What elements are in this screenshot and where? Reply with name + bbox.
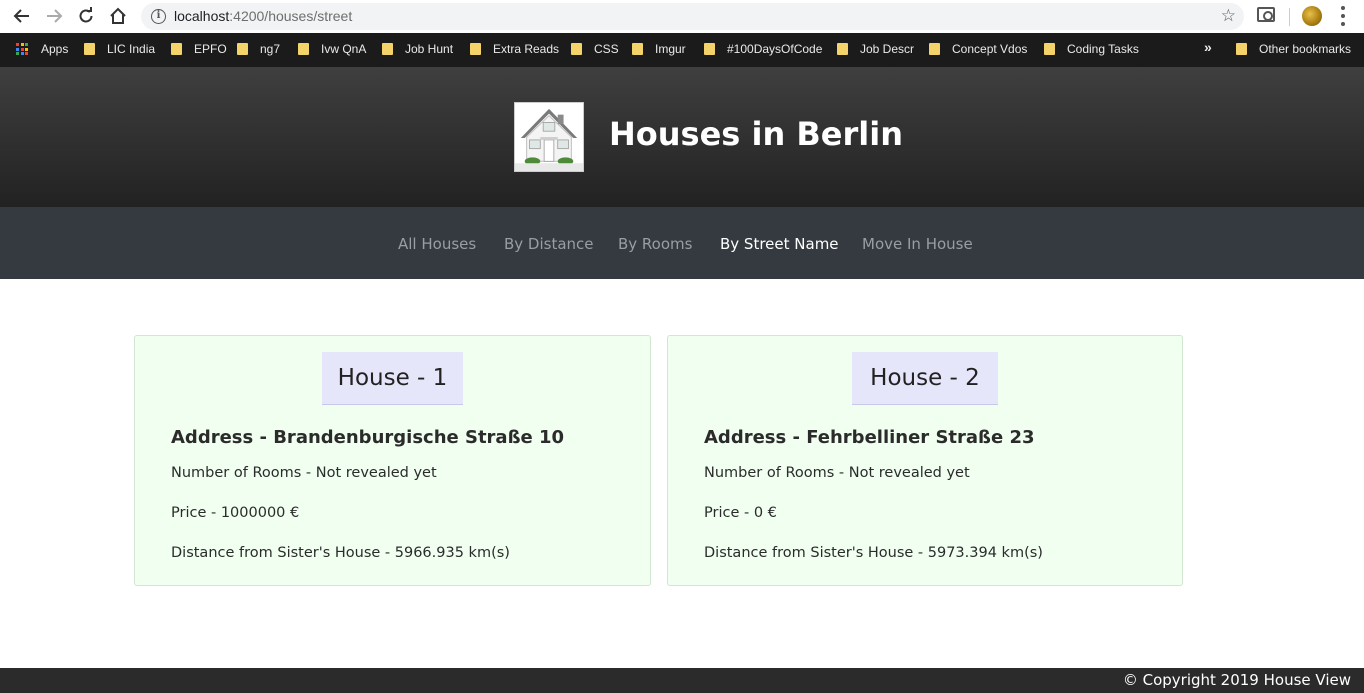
folder-icon (84, 43, 95, 55)
site-header: Houses in Berlin (0, 67, 1364, 207)
more-menu-icon[interactable] (1340, 6, 1346, 26)
bookmark-concept-vdos[interactable]: Concept Vdos (929, 41, 1027, 57)
nav-all-houses[interactable]: All Houses (398, 235, 476, 253)
bookmark-imgur[interactable]: Imgur (632, 41, 686, 57)
folder-icon (171, 43, 182, 55)
folder-icon (837, 43, 848, 55)
home-icon[interactable] (105, 4, 131, 28)
bookmark-star-icon[interactable]: ☆ (1221, 6, 1236, 26)
house-distance: Distance from Sister's House - 5966.935 … (171, 545, 510, 561)
bookmark-job-hunt[interactable]: Job Hunt (382, 41, 453, 57)
bookmark-100daysofcode[interactable]: #100DaysOfCode (704, 41, 822, 57)
bookmark-css[interactable]: CSS (571, 41, 619, 57)
info-icon[interactable]: i (151, 9, 166, 24)
bookmark-job-descr[interactable]: Job Descr (837, 41, 914, 57)
nav-by-rooms[interactable]: By Rooms (618, 235, 692, 253)
house-card: House - 1 Address - Brandenburgische Str… (134, 335, 651, 586)
house-rooms: Number of Rooms - Not revealed yet (171, 465, 437, 481)
reload-icon[interactable] (73, 4, 99, 28)
house-logo-icon (514, 102, 584, 172)
copyright-text: © Copyright 2019 House View (1122, 671, 1351, 689)
bookmark-extra-reads[interactable]: Extra Reads (470, 41, 559, 57)
back-icon[interactable] (9, 4, 35, 28)
bookmark-lic-india[interactable]: LIC India (84, 41, 155, 57)
toolbar-divider (1289, 8, 1290, 26)
bookmarks-bar: Apps LIC India EPFO ng7 Ivw QnA Job Hunt… (0, 33, 1364, 67)
folder-icon (571, 43, 582, 55)
folder-icon (704, 43, 715, 55)
house-price: Price - 1000000 € (171, 505, 300, 521)
folder-icon (632, 43, 643, 55)
folder-icon (237, 43, 248, 55)
folder-icon (382, 43, 393, 55)
house-card-title: House - 2 (852, 352, 998, 405)
folder-icon (298, 43, 309, 55)
nav-by-street-name[interactable]: By Street Name (720, 235, 839, 253)
folder-icon (1044, 43, 1055, 55)
folder-icon (470, 43, 481, 55)
house-card-title: House - 1 (322, 352, 463, 405)
camera-icon[interactable] (1257, 7, 1275, 22)
house-rooms: Number of Rooms - Not revealed yet (704, 465, 970, 481)
folder-icon (929, 43, 940, 55)
bookmarks-overflow-icon[interactable]: » (1204, 39, 1212, 55)
url-text: localhost:4200/houses/street (174, 8, 353, 24)
address-bar[interactable]: i localhost:4200/houses/street ☆ (141, 3, 1244, 30)
bookmark-apps[interactable]: Apps (16, 41, 68, 57)
house-card: House - 2 Address - Fehrbelliner Straße … (667, 335, 1183, 586)
browser-toolbar: i localhost:4200/houses/street ☆ (0, 0, 1364, 33)
bookmark-other[interactable]: Other bookmarks (1236, 41, 1351, 57)
folder-icon (1236, 43, 1247, 55)
house-price: Price - 0 € (704, 505, 777, 521)
bookmark-coding-tasks[interactable]: Coding Tasks (1044, 41, 1139, 57)
forward-icon[interactable] (41, 4, 67, 28)
nav-move-in-house[interactable]: Move In House (862, 235, 973, 253)
nav-by-distance[interactable]: By Distance (504, 235, 594, 253)
house-distance: Distance from Sister's House - 5973.394 … (704, 545, 1043, 561)
profile-avatar-icon[interactable] (1302, 6, 1322, 26)
apps-grid-icon (16, 43, 28, 55)
main-nav: All Houses By Distance By Rooms By Stree… (0, 207, 1364, 279)
site-title: Houses in Berlin (609, 115, 903, 153)
bookmark-ng7[interactable]: ng7 (237, 41, 280, 57)
house-address: Address - Fehrbelliner Straße 23 (704, 427, 1035, 448)
bookmark-epfo[interactable]: EPFO (171, 41, 227, 57)
bookmark-ivw-qna[interactable]: Ivw QnA (298, 41, 366, 57)
site-footer: © Copyright 2019 House View (0, 668, 1364, 693)
house-address: Address - Brandenburgische Straße 10 (171, 427, 565, 448)
